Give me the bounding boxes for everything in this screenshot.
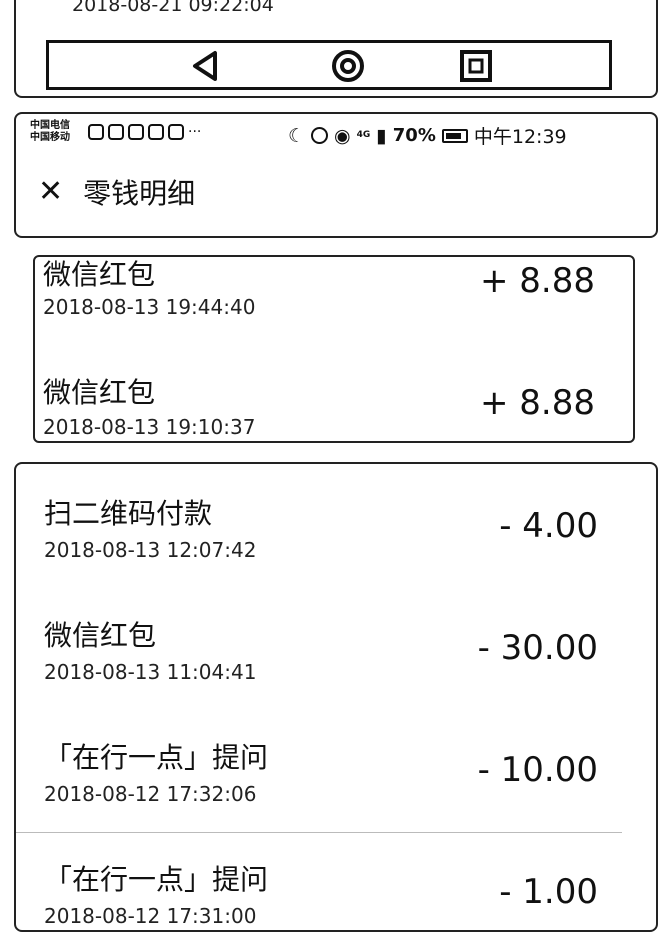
transaction-name: 「在行一点」提问 bbox=[44, 863, 269, 896]
transaction-name: 微信红包 bbox=[43, 258, 156, 291]
alarm-icon bbox=[311, 127, 329, 144]
transaction-amount: - 4.00 bbox=[499, 506, 598, 546]
close-icon[interactable]: ✕ bbox=[38, 177, 63, 207]
carrier-labels: 中国电信 中国移动 bbox=[30, 120, 70, 144]
navigation-bar bbox=[46, 40, 612, 90]
battery-percent: 70% bbox=[392, 125, 436, 146]
signal-icon: ▮ bbox=[376, 124, 387, 147]
transaction-name: 微信红包 bbox=[43, 376, 156, 409]
notification-icon bbox=[168, 124, 184, 140]
notification-icon bbox=[88, 124, 104, 140]
transaction-time: 2018-08-12 17:32:06 bbox=[44, 782, 257, 806]
title-bar: ✕ 零钱明细 bbox=[38, 172, 195, 212]
transaction-amount: + 8.88 bbox=[480, 383, 595, 423]
carrier-2: 中国移动 bbox=[30, 132, 70, 143]
battery-icon bbox=[441, 128, 468, 143]
transaction-amount: - 1.00 bbox=[499, 872, 598, 912]
eye-icon: ◉ bbox=[334, 124, 351, 147]
list-item[interactable]: 微信红包 2018-08-13 19:44:40 + 8.88 bbox=[35, 257, 633, 363]
list-item[interactable]: 微信红包 2018-08-13 11:04:41 - 30.00 bbox=[16, 606, 656, 726]
more-notifications-icon: ··· bbox=[188, 124, 202, 140]
back-triangle-icon[interactable] bbox=[189, 49, 223, 83]
home-circle-icon[interactable] bbox=[331, 49, 365, 83]
transaction-time: 2018-08-13 19:44:40 bbox=[43, 295, 256, 319]
status-bar: 中国电信 中国移动 ··· ☾ ◉ 4G ▮ 70% 中午12:39 bbox=[16, 114, 656, 154]
transaction-name: 扫二维码付款 bbox=[44, 497, 213, 530]
transaction-time: 2018-08-13 19:10:37 bbox=[43, 415, 256, 439]
transaction-amount: - 10.00 bbox=[477, 750, 598, 790]
page-title: 零钱明细 bbox=[83, 177, 196, 210]
list-item[interactable]: 微信红包 2018-08-13 19:10:37 + 8.88 bbox=[35, 363, 633, 441]
transaction-time: 2018-08-13 12:07:42 bbox=[44, 538, 257, 562]
wallet-header-panel: 中国电信 中国移动 ··· ☾ ◉ 4G ▮ 70% 中午12:39 ✕ 零钱明… bbox=[14, 112, 658, 238]
notification-icon bbox=[128, 124, 144, 140]
carrier-1: 中国电信 bbox=[30, 120, 70, 131]
notification-icon bbox=[108, 124, 124, 140]
transaction-amount: - 30.00 bbox=[477, 628, 598, 668]
status-icons: ☾ ◉ 4G ▮ 70% 中午12:39 bbox=[288, 122, 567, 149]
previous-screen-fragment: 2018-08-21 09:22:04 bbox=[14, 0, 658, 98]
transaction-name: 「在行一点」提问 bbox=[44, 741, 269, 774]
transaction-time: 2018-08-12 17:31:00 bbox=[44, 904, 257, 928]
notification-icon bbox=[148, 124, 164, 140]
transaction-amount: + 8.88 bbox=[480, 261, 595, 301]
moon-icon: ☾ bbox=[288, 124, 306, 147]
recent-square-icon[interactable] bbox=[459, 49, 493, 83]
notification-icons: ··· bbox=[88, 124, 201, 140]
clock: 中午12:39 bbox=[473, 126, 567, 148]
transaction-time: 2018-08-13 11:04:41 bbox=[44, 660, 257, 684]
list-item[interactable]: 「在行一点」提问 2018-08-12 17:31:00 - 1.00 bbox=[16, 850, 656, 930]
transaction-name: 微信红包 bbox=[44, 619, 157, 652]
transactions-panel-income: 微信红包 2018-08-13 19:44:40 + 8.88 微信红包 201… bbox=[33, 255, 635, 443]
list-item[interactable]: 扫二维码付款 2018-08-13 12:07:42 - 4.00 bbox=[16, 484, 656, 604]
network-type: 4G bbox=[356, 130, 371, 140]
transactions-panel-expense: 扫二维码付款 2018-08-13 12:07:42 - 4.00 微信红包 2… bbox=[14, 462, 658, 932]
previous-timestamp: 2018-08-21 09:22:04 bbox=[72, 0, 274, 16]
list-divider bbox=[16, 832, 622, 833]
list-item[interactable]: 「在行一点」提问 2018-08-12 17:32:06 - 10.00 bbox=[16, 728, 656, 848]
